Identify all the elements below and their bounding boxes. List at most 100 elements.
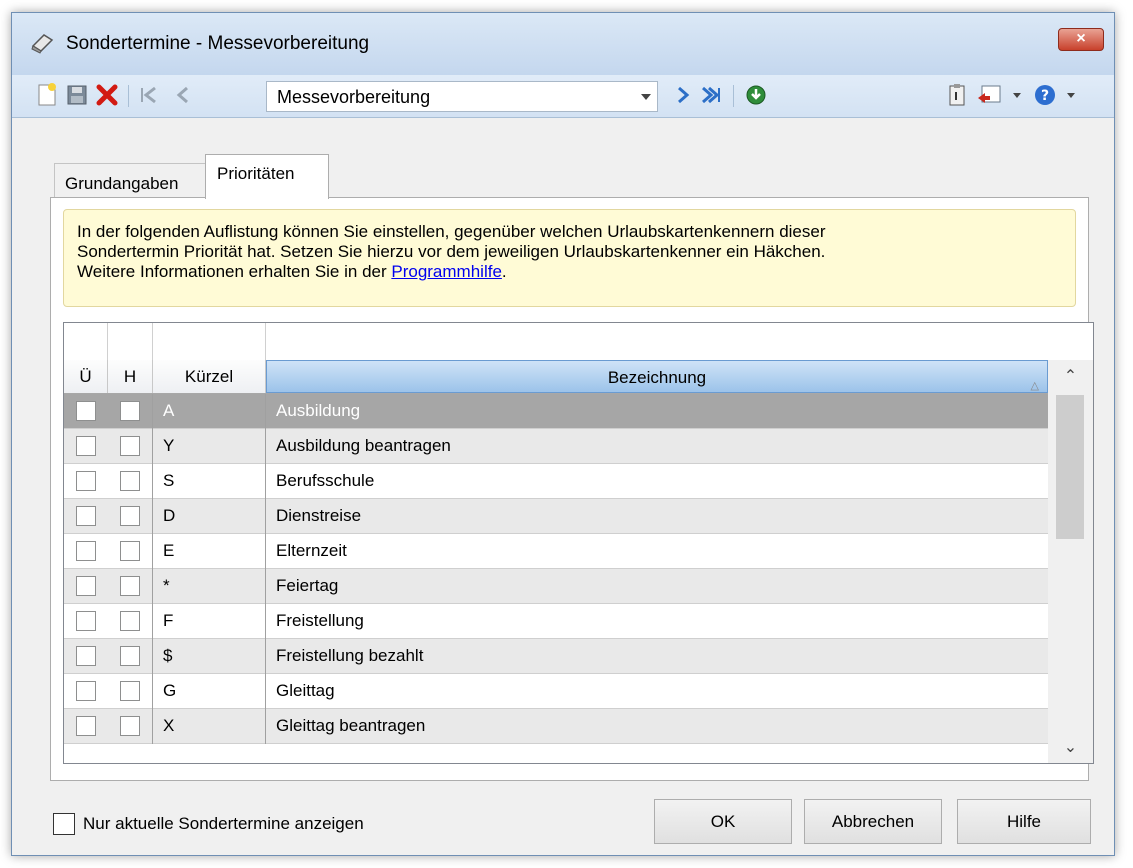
row-divider [265,534,266,569]
report-dropdown-icon[interactable] [1013,93,1021,98]
row-divider [152,569,153,604]
priority-u-checkbox[interactable] [76,576,96,596]
current-only-checkbox[interactable] [53,813,75,835]
table-row[interactable]: X Gleittag beantragen [64,709,1048,744]
priority-h-checkbox[interactable] [120,646,140,666]
cell-kuerzel: Y [163,436,175,455]
cell-bezeichnung: Dienstreise [276,506,362,525]
tab-prioritaeten-label: Prioritäten [217,164,295,183]
table-row[interactable]: A Ausbildung [64,394,1048,429]
toolbar: Messevorbereitung ? [12,75,1114,118]
priority-h-checkbox[interactable] [120,716,140,736]
save-icon[interactable] [64,82,90,108]
priority-h-checkbox[interactable] [120,681,140,701]
table-row[interactable]: D Dienstreise [64,499,1048,534]
delete-icon[interactable] [94,82,120,108]
priority-u-checkbox[interactable] [76,401,96,421]
row-divider [152,639,153,674]
info-line-1: In der folgenden Auflistung können Sie e… [77,222,826,241]
row-divider [152,429,153,464]
info-line-3-suffix: . [501,262,507,281]
ok-button[interactable]: OK [654,799,792,844]
row-divider [152,534,153,569]
row-divider [265,499,266,534]
vertical-scrollbar[interactable]: ⌃ ⌄ [1048,360,1093,763]
priority-h-checkbox[interactable] [120,541,140,561]
table-row[interactable]: E Elternzeit [64,534,1048,569]
last-record-icon[interactable] [698,82,724,108]
scroll-thumb[interactable] [1056,395,1084,539]
cell-bezeichnung: Ausbildung beantragen [276,436,451,455]
priority-h-checkbox[interactable] [120,611,140,631]
row-divider [152,499,153,534]
chevron-down-icon[interactable] [641,94,651,100]
info-box: In der folgenden Auflistung können Sie e… [63,209,1076,307]
cell-kuerzel: E [163,541,175,560]
priority-h-checkbox[interactable] [120,401,140,421]
globe-refresh-icon[interactable] [743,82,769,108]
table-row[interactable]: * Feiertag [64,569,1048,604]
cell-kuerzel: S [163,471,175,490]
table-row[interactable]: G Gleittag [64,674,1048,709]
tab-panel-prioritaeten: In der folgenden Auflistung können Sie e… [50,197,1094,781]
table-row[interactable]: Y Ausbildung beantragen [64,429,1048,464]
help-button[interactable]: Hilfe [957,799,1091,844]
grid-filter-row [64,323,1048,361]
priority-u-checkbox[interactable] [76,541,96,561]
current-only-label: Nur aktuelle Sondertermine anzeigen [83,814,364,833]
cell-bezeichnung: Elternzeit [276,541,347,560]
tab-grundangaben[interactable]: Grundangaben [54,163,206,197]
info-line-2: Sondertermin Priorität hat. Setzen Sie h… [77,242,826,261]
scroll-down-icon[interactable]: ⌄ [1048,733,1093,763]
cell-kuerzel: F [163,611,174,630]
previous-record-icon[interactable] [170,82,196,108]
title-bar: Sondertermine - Messevorbereitung × [12,13,1114,75]
priority-h-checkbox[interactable] [120,506,140,526]
cancel-button[interactable]: Abbrechen [804,799,942,844]
priority-h-checkbox[interactable] [120,436,140,456]
row-divider [152,464,153,499]
cell-kuerzel: A [163,401,175,420]
scroll-up-icon[interactable]: ⌃ [1048,360,1093,393]
priority-u-checkbox[interactable] [76,681,96,701]
row-divider [152,709,153,744]
cell-bezeichnung: Gleittag beantragen [276,716,426,735]
table-row[interactable]: F Freistellung [64,604,1048,639]
table-row[interactable]: S Berufsschule [64,464,1048,499]
tab-prioritaeten[interactable]: Prioritäten [205,154,329,199]
cell-bezeichnung: Freistellung [276,611,364,630]
cell-kuerzel: * [163,576,170,595]
window-title: Sondertermine - Messevorbereitung [66,33,370,54]
help-icon[interactable]: ? [1032,82,1058,108]
record-select-value: Messevorbereitung [277,87,431,107]
priority-grid: Ü H Kürzel Bezeichnung △ A Ausbildung Y Aus… [63,322,1094,764]
priority-u-checkbox[interactable] [76,611,96,631]
cell-kuerzel: X [163,716,175,735]
info-line-3: Weitere Informationen erhalten Sie in de… [77,262,1075,282]
first-record-icon[interactable] [136,82,162,108]
column-header-bezeichnung[interactable]: Bezeichnung △ [266,360,1048,393]
help-dropdown-icon[interactable] [1067,93,1075,98]
program-help-link[interactable]: Programmhilfe [391,262,502,281]
column-header-kuerzel[interactable]: Kürzel [153,360,266,393]
priority-u-checkbox[interactable] [76,646,96,666]
clipboard-icon[interactable] [944,82,970,108]
column-header-h[interactable]: H [108,360,153,393]
priority-u-checkbox[interactable] [76,716,96,736]
column-header-u[interactable]: Ü [64,360,108,393]
report-icon[interactable] [976,82,1002,108]
priority-h-checkbox[interactable] [120,471,140,491]
next-record-icon[interactable] [670,82,696,108]
priority-u-checkbox[interactable] [76,471,96,491]
new-icon[interactable] [34,82,60,108]
priority-u-checkbox[interactable] [76,436,96,456]
close-button[interactable]: × [1058,28,1104,51]
app-icon [30,32,58,54]
table-row[interactable]: $ Freistellung bezahlt [64,639,1048,674]
priority-u-checkbox[interactable] [76,506,96,526]
row-divider [265,709,266,744]
row-divider [152,394,153,429]
record-select[interactable]: Messevorbereitung [266,81,658,112]
row-divider [152,674,153,709]
priority-h-checkbox[interactable] [120,576,140,596]
